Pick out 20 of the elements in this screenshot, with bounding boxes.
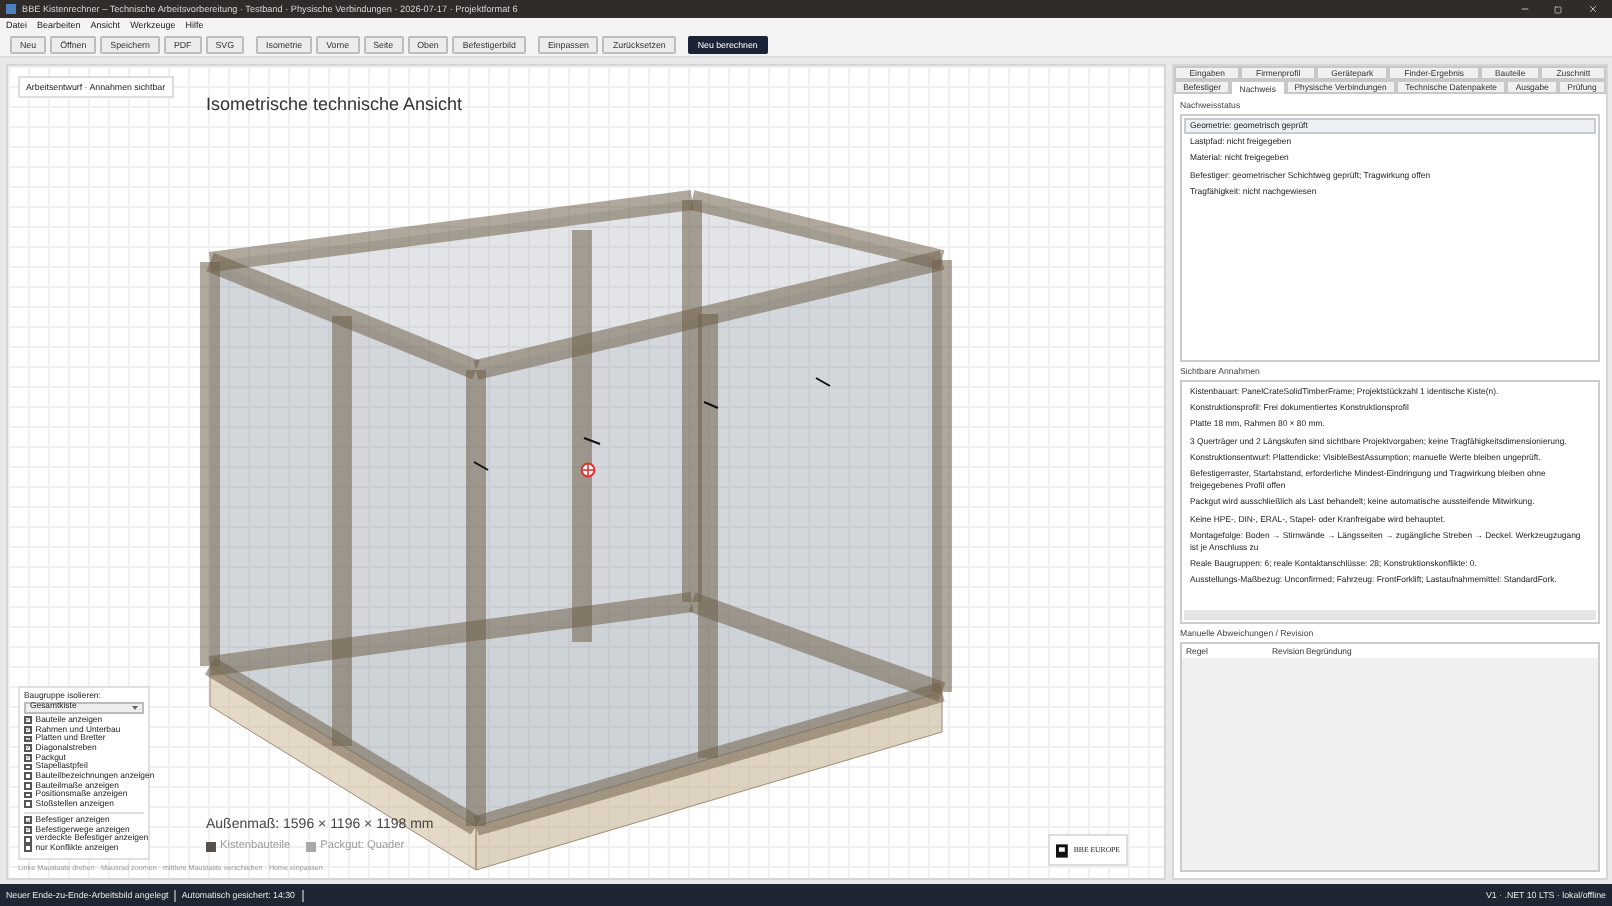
checkbox[interactable] xyxy=(24,844,32,853)
checkbox[interactable] xyxy=(24,772,32,781)
horizontal-scrollbar[interactable] xyxy=(1184,610,1596,620)
checkbox[interactable] xyxy=(24,826,32,834)
checkbox[interactable] xyxy=(24,725,32,734)
target-icon xyxy=(580,462,596,478)
logo-icon xyxy=(1056,841,1068,859)
app-icon xyxy=(6,4,16,14)
checkbox[interactable] xyxy=(24,716,32,724)
checkbox[interactable] xyxy=(24,816,32,825)
view-title: Isometrische technische Ansicht xyxy=(206,94,463,114)
checkbox[interactable] xyxy=(24,835,32,844)
checkbox[interactable] xyxy=(24,735,32,743)
checkbox[interactable] xyxy=(24,800,32,809)
checkbox[interactable] xyxy=(24,753,32,762)
caret-icon xyxy=(132,705,138,710)
checkbox[interactable] xyxy=(24,791,32,799)
checkbox[interactable] xyxy=(24,763,32,771)
checkbox[interactable] xyxy=(24,744,32,753)
checkbox[interactable] xyxy=(24,782,32,790)
